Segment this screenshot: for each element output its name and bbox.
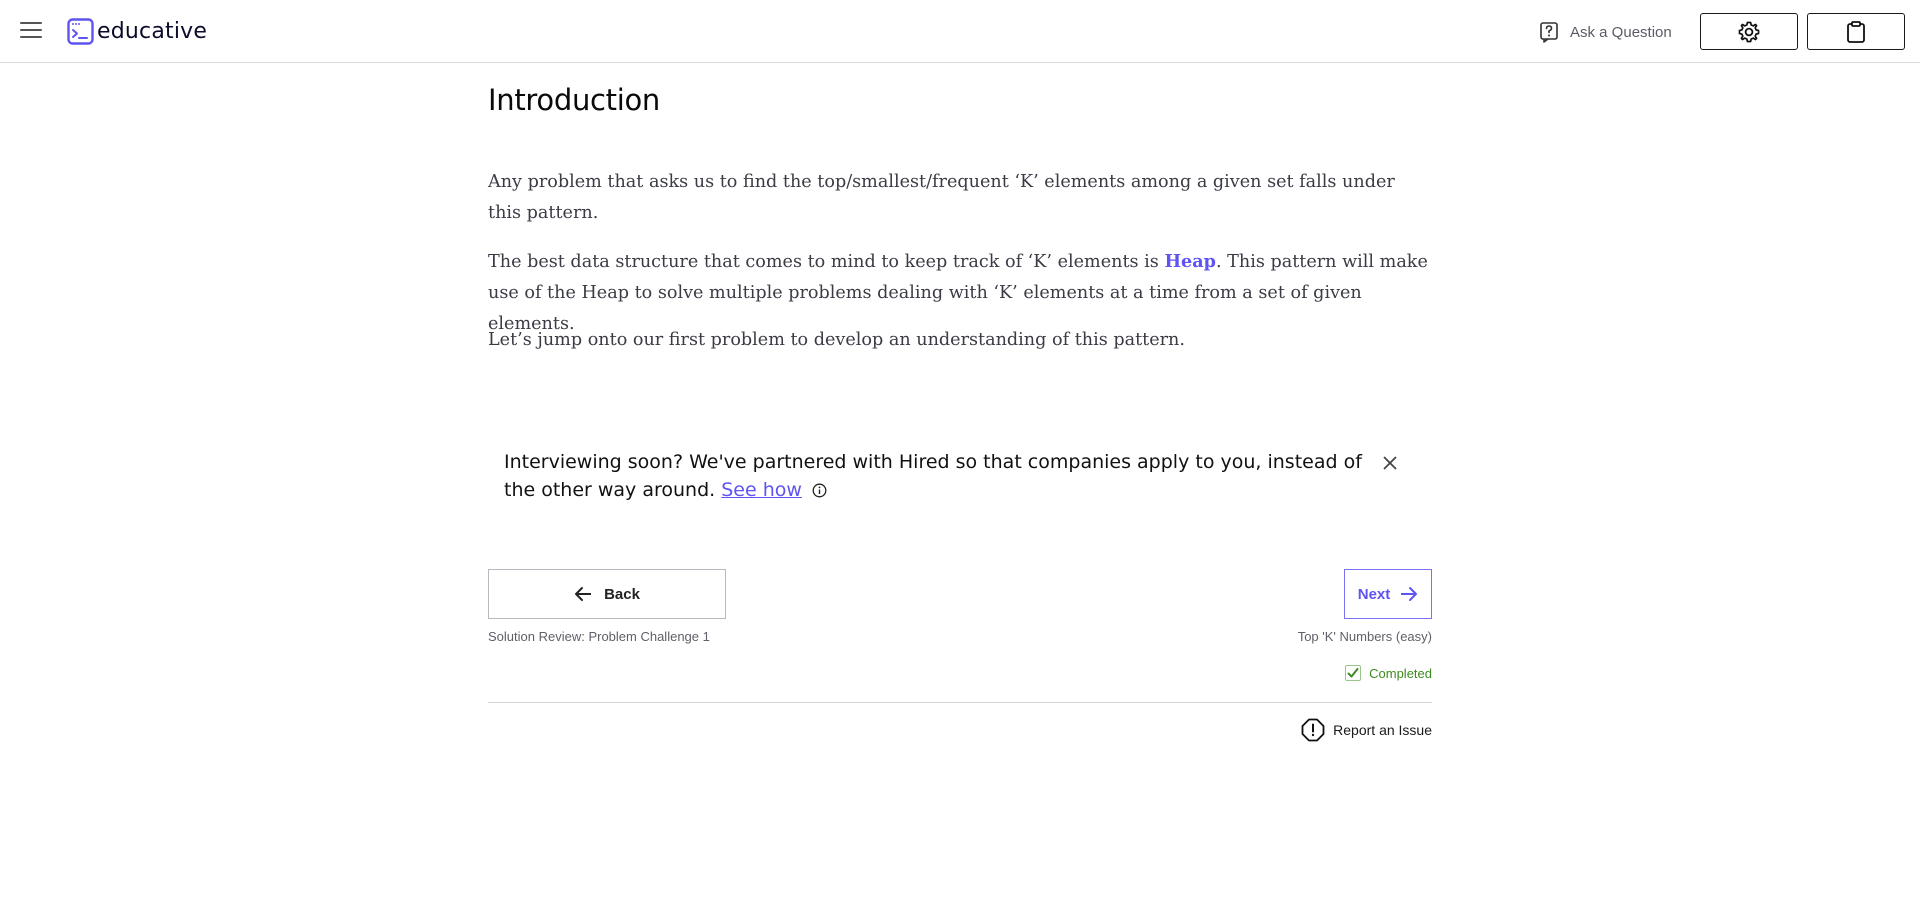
gear-icon bbox=[1738, 21, 1760, 42]
top-navbar: educative Ask a Question bbox=[0, 0, 1920, 63]
paragraph-2-text-start: The best data structure that comes to mi… bbox=[488, 252, 1165, 272]
notes-button[interactable] bbox=[1807, 13, 1905, 50]
info-icon[interactable] bbox=[812, 483, 827, 498]
back-button[interactable]: Back bbox=[488, 569, 726, 619]
lesson-paragraph-3: Let’s jump onto our first problem to dev… bbox=[488, 330, 1185, 350]
next-button-label: Next bbox=[1357, 585, 1391, 603]
educative-logo-icon bbox=[67, 18, 94, 45]
report-issue-button[interactable]: Report an Issue bbox=[1301, 718, 1432, 742]
see-how-link[interactable]: See how bbox=[721, 479, 802, 501]
ask-question-button[interactable]: Ask a Question bbox=[1539, 21, 1672, 43]
menu-icon[interactable] bbox=[20, 22, 42, 40]
completed-toggle[interactable]: Completed bbox=[1345, 665, 1432, 681]
brand-name: educative bbox=[97, 19, 208, 44]
divider bbox=[488, 702, 1432, 703]
next-button[interactable]: Next bbox=[1344, 569, 1432, 619]
banner-text: Interviewing soon? We've partnered with … bbox=[504, 451, 1362, 501]
next-lesson-title[interactable]: Top 'K' Numbers (easy) bbox=[1298, 629, 1432, 644]
back-button-label: Back bbox=[604, 585, 640, 603]
completed-label: Completed bbox=[1369, 665, 1432, 681]
completed-checkbox[interactable] bbox=[1345, 665, 1362, 681]
lesson-paragraph-1: Any problem that asks us to find the top… bbox=[488, 172, 1395, 223]
lesson-content: Introduction Any problem that asks us to… bbox=[488, 63, 1432, 742]
arrow-left-icon bbox=[575, 587, 592, 601]
check-icon bbox=[1347, 668, 1359, 678]
clipboard-icon bbox=[1847, 20, 1865, 43]
hired-promo-banner: Interviewing soon? We've partnered with … bbox=[504, 448, 1384, 504]
heap-keyword: Heap bbox=[1164, 251, 1216, 272]
alert-icon bbox=[1301, 718, 1325, 742]
previous-lesson-title[interactable]: Solution Review: Problem Challenge 1 bbox=[488, 629, 710, 644]
arrow-right-icon bbox=[1401, 587, 1418, 601]
settings-button[interactable] bbox=[1700, 13, 1798, 50]
page-title: Introduction bbox=[488, 83, 661, 117]
report-issue-label: Report an Issue bbox=[1333, 722, 1432, 738]
ask-question-label: Ask a Question bbox=[1570, 23, 1672, 41]
close-icon[interactable] bbox=[1380, 453, 1400, 473]
question-icon bbox=[1540, 22, 1558, 43]
brand-logo[interactable]: educative bbox=[67, 18, 207, 45]
